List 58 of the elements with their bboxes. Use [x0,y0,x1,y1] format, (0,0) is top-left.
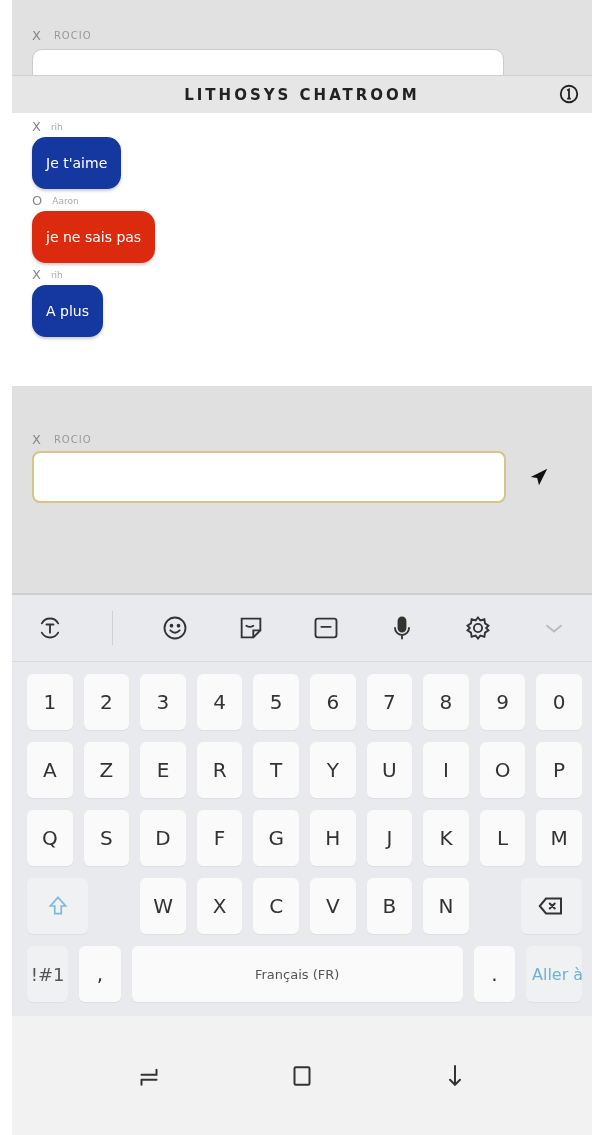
backspace-key[interactable] [520,878,583,934]
keyboard-key[interactable]: H [309,810,356,866]
sender-name: Aaron [52,195,79,206]
keyboard-key[interactable]: Y [309,742,356,798]
sender-name: rih [50,121,63,132]
keyboard-key[interactable]: E [140,742,186,798]
keyboard-key[interactable]: L [479,810,526,866]
field-label: ROCIO [53,30,92,41]
player-mark: O [32,193,43,208]
keyboard-key[interactable]: K [423,810,469,866]
keyboard-key[interactable]: 4 [196,674,243,730]
keyboard-key[interactable]: R [196,742,243,798]
keyboard-key[interactable]: 6 [309,674,356,730]
keyboard-key[interactable]: . [473,946,515,1002]
keyboard-key[interactable]: C [253,878,299,934]
message-bubble: A plus [32,285,103,337]
player-mark: X [32,267,41,282]
keyboard-key[interactable]: J [366,810,413,866]
keyboard-key[interactable]: F [196,810,243,866]
settings-icon[interactable] [464,614,493,642]
keyboard-key[interactable]: 2 [83,674,130,730]
keyboard-key[interactable]: V [310,878,356,934]
keyboard-key[interactable]: Z [83,742,130,798]
keyboard-key[interactable]: 3 [140,674,186,730]
keyboard-key[interactable]: W [140,878,186,934]
sender-name: rih [50,269,63,280]
keyboard-key[interactable]: B [366,878,413,934]
keyboard-key[interactable]: U [366,742,413,798]
symbols-key[interactable]: !#1 [27,946,69,1002]
player-mark: X [32,119,41,134]
keyboard-key[interactable]: , [79,946,121,1002]
keyboard-key[interactable]: G [253,810,299,866]
keyboard-key[interactable]: Q [27,810,73,866]
keyboard-key[interactable]: A [27,742,73,798]
player-mark: X [32,28,42,43]
message-input[interactable] [32,451,506,503]
keyboard-key[interactable]: P [536,742,582,798]
keyboard-key[interactable]: I [423,742,469,798]
keyboard-key[interactable]: 8 [423,674,469,730]
keyboard-key[interactable]: 1 [27,674,73,730]
keyboard-key[interactable]: O [479,742,526,798]
space-key[interactable]: Français (FR) [131,946,463,1002]
keyboard-key[interactable]: M [536,810,582,866]
keyboard-key[interactable]: T [253,742,299,798]
message-bubble: Je t'aime [32,137,122,189]
keyboard-key[interactable]: 5 [253,674,299,730]
info-icon[interactable] [558,83,580,105]
message-bubble: je ne sais pas [32,211,156,263]
keyboard-key[interactable]: S [83,810,130,866]
keyboard-key[interactable]: 0 [536,674,582,730]
keyboard-key[interactable]: D [140,810,186,866]
keyboard-key[interactable]: X [196,878,243,934]
player-mark: X [32,432,42,447]
keyboard-key[interactable]: N [423,878,469,934]
field-label: ROCIO [53,434,92,445]
app-title: LITHOSYS CHATROOM [184,85,420,104]
keyboard-key[interactable]: 7 [366,674,413,730]
keyboard-key[interactable]: 9 [479,674,526,730]
